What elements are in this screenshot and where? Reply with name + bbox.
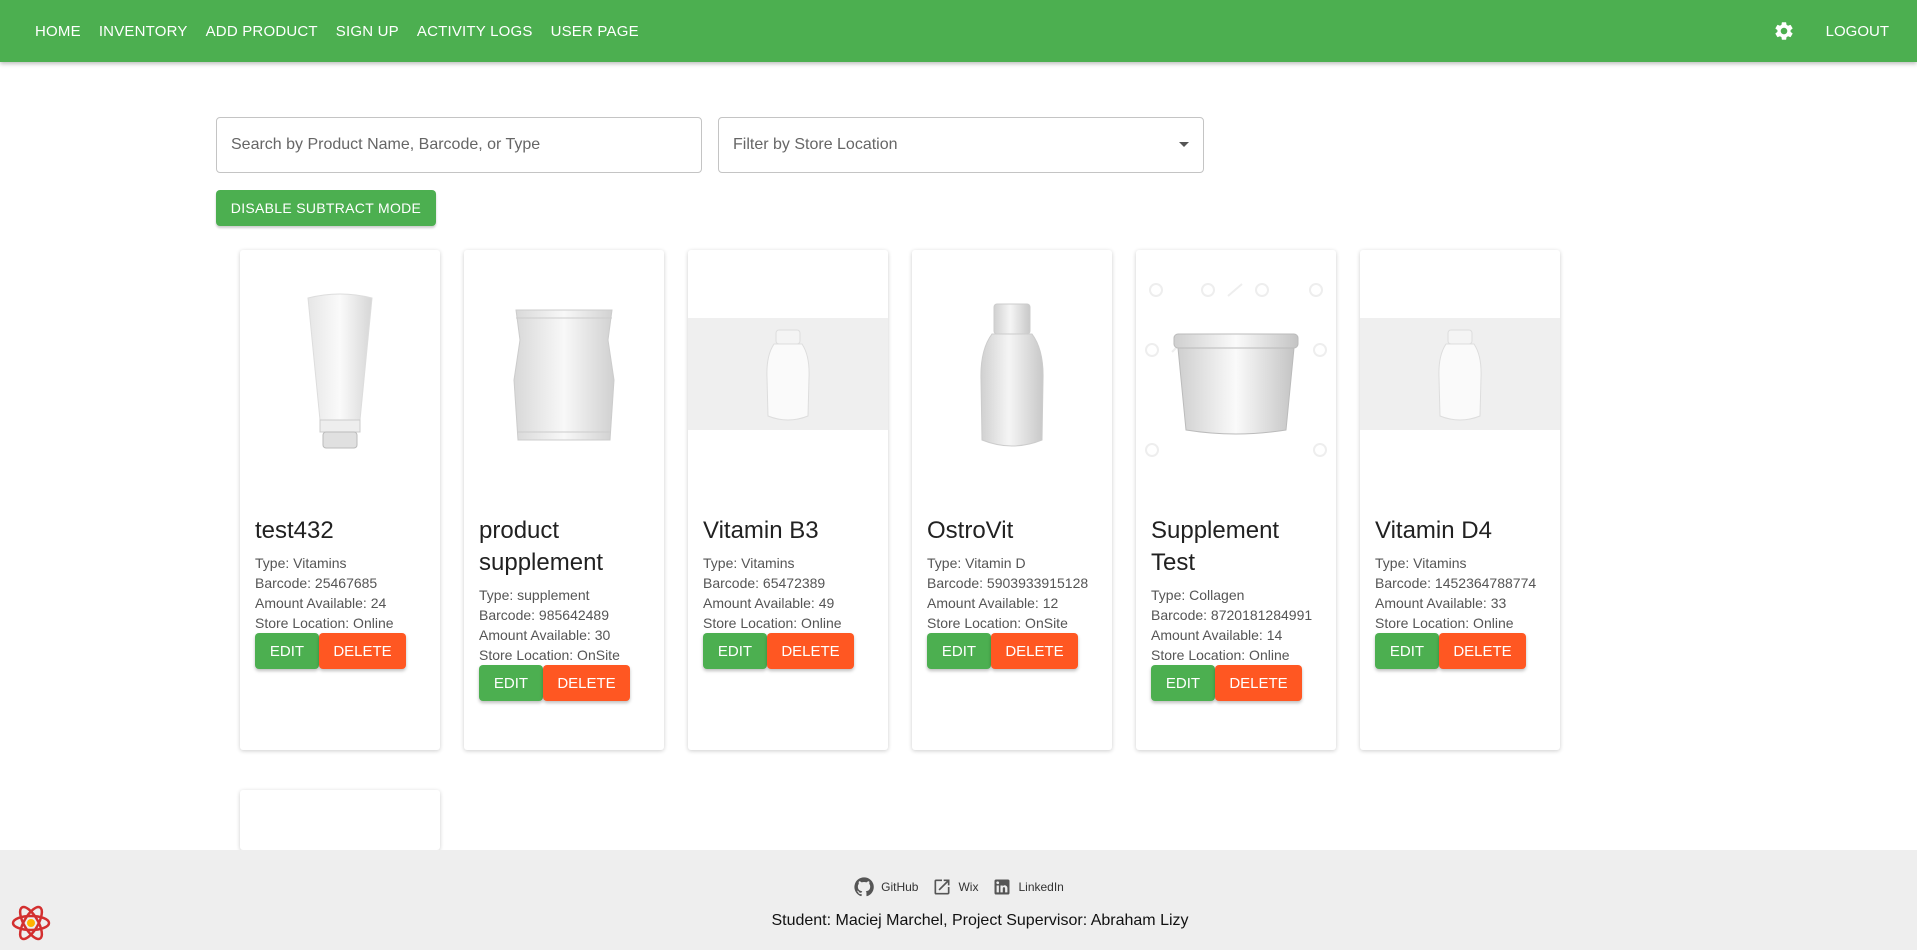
product-barcode: Barcode: 65472389 (703, 575, 826, 591)
product-amount: Amount Available: 30 (479, 627, 611, 643)
card-actions: EDIT DELETE (703, 633, 878, 669)
product-location: Store Location: OnSite (479, 647, 620, 663)
product-type: Type: Vitamins (703, 555, 795, 571)
card-body: Vitamin D4 Type: Vitamins Barcode: 14523… (1375, 515, 1550, 669)
product-barcode: Barcode: 5903933915128 (927, 575, 1089, 591)
product-name: product supplement (479, 517, 604, 576)
linkedin-icon (994, 879, 1010, 895)
store-location-select[interactable]: Filter by Store Location (718, 117, 1204, 173)
product-barcode: Barcode: 1452364788774 (1375, 575, 1537, 591)
product-amount: Amount Available: 33 (1375, 595, 1507, 611)
footer-credits: Student: Maciej Marchel, Project Supervi… (771, 912, 1189, 929)
product-location: Store Location: Online (1375, 615, 1514, 631)
tube-icon (240, 250, 440, 500)
product-card: Supplement Test Type: Collagen Barcode: … (1136, 250, 1336, 750)
search-row: Filter by Store Location (216, 117, 1204, 173)
footer (0, 850, 1917, 950)
card-body: test432 Type: Vitamins Barcode: 25467685… (255, 515, 430, 669)
product-amount: Amount Available: 49 (703, 595, 835, 611)
product-location: Store Location: Online (703, 615, 842, 631)
product-amount: Amount Available: 24 (255, 595, 387, 611)
nav-home[interactable]: HOME (26, 15, 90, 48)
edit-button[interactable]: EDIT (479, 665, 543, 701)
bottle-icon (688, 250, 888, 500)
bottle-icon (912, 250, 1112, 500)
product-location: Store Location: Online (1151, 647, 1290, 663)
nav-user-page[interactable]: USER PAGE (542, 15, 648, 48)
product-barcode: Barcode: 8720181284991 (1151, 607, 1313, 623)
product-location: Store Location: Online (255, 615, 394, 631)
pouch-icon (464, 250, 664, 500)
linkedin-label: LinkedIn (1018, 880, 1064, 894)
product-name: test432 (255, 517, 334, 544)
top-app-bar: HOME INVENTORY ADD PRODUCT SIGN UP ACTIV… (0, 0, 1917, 62)
delete-button[interactable]: DELETE (319, 633, 406, 669)
edit-button[interactable]: EDIT (1151, 665, 1215, 701)
product-type: Type: Vitamins (255, 555, 347, 571)
appbar-actions: LOGOUT (1764, 0, 1901, 62)
delete-button[interactable]: DELETE (543, 665, 630, 701)
nav-inventory[interactable]: INVENTORY (90, 15, 197, 48)
nav-activity-logs[interactable]: ACTIVITY LOGS (408, 15, 542, 48)
bottle-icon (1360, 250, 1560, 500)
product-card: product supplement Type: supplement Barc… (464, 250, 664, 750)
product-amount: Amount Available: 12 (927, 595, 1059, 611)
product-name: Supplement Test (1151, 517, 1280, 576)
product-card (240, 790, 440, 850)
edit-button[interactable]: EDIT (255, 633, 319, 669)
react-logo-icon (10, 902, 52, 944)
nav-sign-up[interactable]: SIGN UP (327, 15, 408, 48)
delete-button[interactable]: DELETE (767, 633, 854, 669)
wix-label: Wix (958, 880, 979, 894)
product-card: Vitamin B3 Type: Vitamins Barcode: 65472… (688, 250, 888, 750)
delete-button[interactable]: DELETE (991, 633, 1078, 669)
gear-icon[interactable] (1764, 11, 1804, 51)
product-amount: Amount Available: 14 (1151, 627, 1283, 643)
card-actions: EDIT DELETE (1375, 633, 1550, 669)
github-icon (854, 877, 874, 897)
delete-button[interactable]: DELETE (1439, 633, 1526, 669)
disable-subtract-mode-button[interactable]: DISABLE SUBTRACT MODE (216, 190, 436, 226)
nav-add-product[interactable]: ADD PRODUCT (197, 15, 327, 48)
card-body: product supplement Type: supplement Barc… (479, 515, 654, 701)
card-body: Supplement Test Type: Collagen Barcode: … (1151, 515, 1326, 701)
edit-button[interactable]: EDIT (703, 633, 767, 669)
main-nav: HOME INVENTORY ADD PRODUCT SIGN UP ACTIV… (26, 15, 648, 48)
product-name: Vitamin D4 (1375, 517, 1492, 544)
wix-link[interactable]: Wix (932, 877, 978, 897)
card-actions: EDIT DELETE (927, 633, 1102, 669)
product-type: Type: Vitamins (1375, 555, 1467, 571)
product-card: Vitamin D4 Type: Vitamins Barcode: 14523… (1360, 250, 1560, 750)
product-card: OstroVit Type: Vitamin D Barcode: 590393… (912, 250, 1112, 750)
card-actions: EDIT DELETE (479, 665, 654, 701)
product-type: Type: Vitamin D (927, 555, 1026, 571)
card-body: OstroVit Type: Vitamin D Barcode: 590393… (927, 515, 1102, 669)
product-name: OstroVit (927, 517, 1014, 544)
logout-button[interactable]: LOGOUT (1814, 15, 1901, 48)
product-barcode: Barcode: 985642489 (479, 607, 609, 623)
github-label: GitHub (881, 880, 919, 894)
store-location-placeholder: Filter by Store Location (733, 136, 898, 153)
card-body: Vitamin B3 Type: Vitamins Barcode: 65472… (703, 515, 878, 669)
edit-button[interactable]: EDIT (1375, 633, 1439, 669)
product-type: Type: supplement (479, 587, 590, 603)
external-link-icon (934, 879, 950, 895)
github-link[interactable]: GitHub (853, 876, 918, 898)
search-input[interactable] (231, 136, 687, 154)
delete-button[interactable]: DELETE (1215, 665, 1302, 701)
search-field (216, 117, 702, 173)
card-actions: EDIT DELETE (255, 633, 430, 669)
product-type: Type: Collagen (1151, 587, 1245, 603)
caret-down-icon (1179, 142, 1189, 147)
product-location: Store Location: OnSite (927, 615, 1068, 631)
footer-links: GitHub Wix LinkedIn (0, 876, 1917, 898)
linkedin-link[interactable]: LinkedIn (992, 877, 1064, 897)
card-actions: EDIT DELETE (1151, 665, 1326, 701)
tub-icon (1136, 250, 1336, 500)
product-name: Vitamin B3 (703, 517, 819, 544)
edit-button[interactable]: EDIT (927, 633, 991, 669)
product-barcode: Barcode: 25467685 (255, 575, 378, 591)
product-card: test432 Type: Vitamins Barcode: 25467685… (240, 250, 440, 750)
